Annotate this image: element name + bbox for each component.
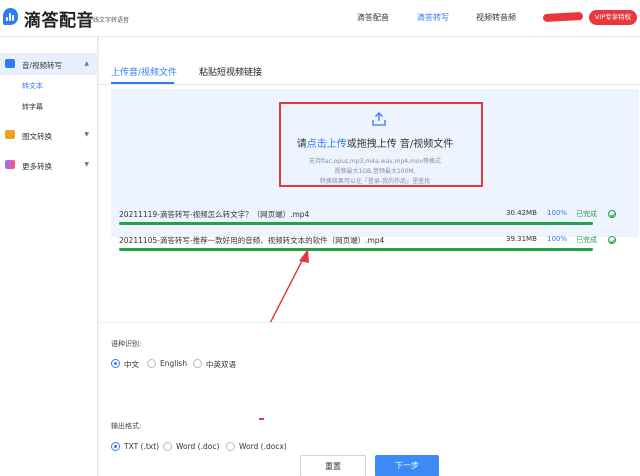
sidebar-item-to-subtitle[interactable]: 转字幕	[22, 102, 43, 112]
language-title: 语种识别:	[111, 340, 142, 348]
click-upload-link[interactable]: 点击上传	[307, 139, 347, 150]
radio-dot	[226, 442, 235, 451]
upload-hint-results: 转换结果可以在「登录-我的作品」里查找	[319, 178, 431, 185]
chevron-down-icon: ▼	[84, 131, 89, 138]
file-size: 30.42MB	[506, 209, 537, 217]
radio-label: TXT (.txt)	[124, 442, 160, 451]
progress-fill	[119, 222, 593, 225]
radio-dot	[193, 359, 202, 368]
sidebar-group-label: 更多转换	[22, 162, 52, 171]
tab-divider	[99, 84, 640, 85]
radio-dot	[163, 442, 172, 451]
upload-prefix: 请	[296, 139, 307, 150]
reset-button[interactable]: 重置	[300, 455, 366, 476]
format-title: 输出格式:	[111, 422, 142, 430]
sidebar-group-more[interactable]: 更多转换 ▼	[0, 154, 98, 176]
progress-fill	[119, 248, 593, 251]
options-panel: 语种识别: 中文 English 中英双语 输出格式: TXT (.txt) W…	[99, 322, 640, 476]
radio-label: Word (.doc)	[176, 442, 220, 451]
chevron-up-icon: ▲	[84, 60, 89, 67]
logo-icon	[3, 8, 18, 25]
sidebar-group-label: 图文转换	[22, 132, 52, 141]
user-avatar-redacted[interactable]	[542, 11, 584, 23]
main-panel: 上传音/视频文件 粘贴短视频链接 请点击上传或拖拽上传 音/视频文件 支持fla…	[99, 37, 640, 476]
next-step-button[interactable]: 下一步	[375, 455, 439, 476]
radio-label: English	[160, 359, 188, 368]
annotation-mark	[259, 418, 264, 420]
upload-suffix: 或拖拽上传 音/视频文件	[346, 139, 454, 150]
file-size: 39.31MB	[506, 235, 537, 243]
progress-bar	[119, 222, 593, 225]
progress-bar	[119, 248, 593, 251]
file-name: 20211105-滴答转写-推荐一款好用的音频、视频转文本的软件（网页端）.mp…	[119, 236, 385, 245]
upload-hint-formats: 支持flac,opus,mp3,m4a,wav,mp4,mov等格式	[308, 158, 442, 165]
check-circle-icon	[608, 236, 616, 244]
vip-button[interactable]: VIP专享特权	[589, 10, 637, 25]
file-row: 20211105-滴答转写-推荐一款好用的音频、视频转文本的软件（网页端）.mp…	[119, 235, 639, 253]
chevron-down-icon: ▼	[84, 161, 89, 168]
tab-paste-link[interactable]: 粘贴短视频链接	[199, 65, 262, 78]
tab-upload-file[interactable]: 上传音/视频文件	[111, 65, 177, 78]
upload-icon	[372, 112, 386, 126]
nav-video-to-audio[interactable]: 视频转音频	[476, 12, 516, 23]
sidebar-item-to-text[interactable]: 转文本	[22, 81, 43, 91]
radio-dot	[147, 359, 156, 368]
file-status: 已完成	[576, 236, 597, 244]
radio-dot	[111, 442, 120, 451]
audio-video-icon	[5, 59, 15, 68]
radio-dot	[111, 359, 120, 368]
check-circle-icon	[608, 210, 616, 218]
radio-label: 中文	[124, 360, 139, 369]
grid-icon	[5, 160, 15, 169]
image-text-icon	[5, 130, 15, 139]
sidebar-group-audio-video[interactable]: 音/视频转写 ▲	[0, 53, 98, 75]
upload-hint-size: 视频最大1GB,音频最大100M,	[334, 168, 416, 175]
logo-subtitle: 在线文字转语音	[87, 17, 130, 24]
nav-dubbing[interactable]: 滴答配音	[357, 12, 389, 23]
upload-instruction: 请点击上传或拖拽上传 音/视频文件	[111, 135, 639, 150]
sidebar-group-label: 音/视频转写	[22, 61, 63, 70]
file-row: 20211119-滴答转写-视频怎么转文字？（网页端）.mp4 30.42MB …	[119, 209, 639, 227]
file-percent: 100%	[547, 209, 568, 217]
file-name: 20211119-滴答转写-视频怎么转文字？（网页端）.mp4	[119, 210, 310, 219]
radio-label: 中英双语	[206, 360, 236, 369]
nav-transcribe[interactable]: 滴答转写	[417, 12, 449, 23]
top-bar: 滴答配音 在线文字转语音 滴答配音 滴答转写 视频转音频 VIP专享特权	[0, 0, 640, 37]
file-percent: 100%	[547, 235, 568, 243]
logo-text[interactable]: 滴答配音	[24, 6, 94, 31]
file-status: 已完成	[576, 210, 597, 218]
sidebar-group-image-text[interactable]: 图文转换 ▼	[0, 124, 98, 146]
radio-label: Word (.docx)	[239, 442, 287, 451]
sidebar: 音/视频转写 ▲ 转文本 转字幕 图文转换 ▼ 更多转换 ▼	[0, 37, 98, 476]
